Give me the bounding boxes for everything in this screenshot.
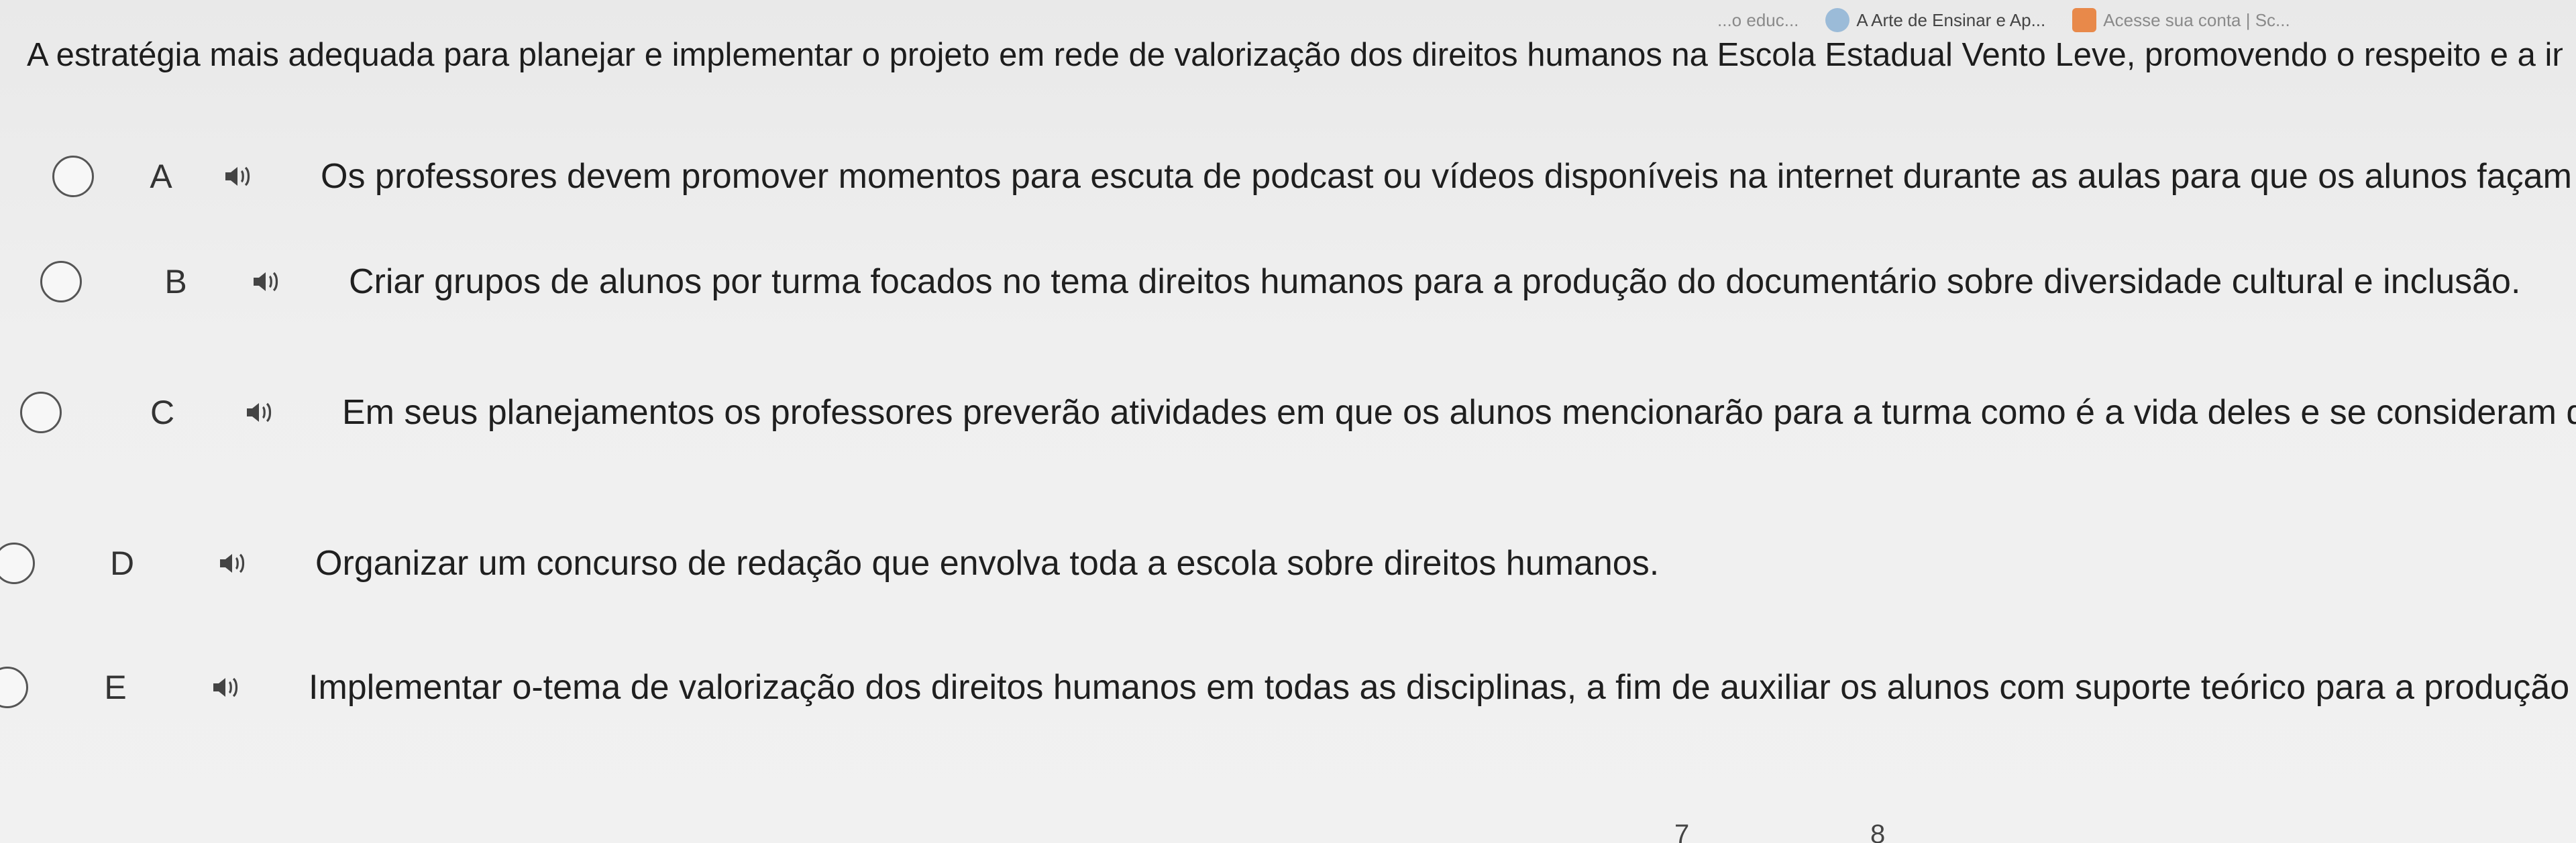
option-text: Criar grupos de alunos por turma focados… xyxy=(349,262,2521,301)
radio-button[interactable] xyxy=(0,667,28,708)
option-d[interactable]: D Organizar um concurso de redação que e… xyxy=(0,533,2576,594)
speaker-icon[interactable] xyxy=(209,671,241,704)
speaker-icon[interactable] xyxy=(243,396,275,429)
option-a[interactable]: A Os professores devem promover momentos… xyxy=(52,146,2576,207)
option-text: Os professores devem promover momentos p… xyxy=(321,157,2576,196)
radio-button[interactable] xyxy=(52,156,94,197)
answer-options: A Os professores devem promover momentos… xyxy=(0,0,2576,843)
page: ...o educ... A Arte de Ensinar e Ap... A… xyxy=(0,0,2576,843)
radio-button[interactable] xyxy=(20,392,62,433)
page-number: 8 xyxy=(1870,820,1886,843)
radio-button[interactable] xyxy=(0,543,35,584)
option-text: Organizar um concurso de redação que env… xyxy=(315,544,1660,583)
option-letter: B xyxy=(164,263,187,300)
radio-button[interactable] xyxy=(40,261,82,302)
option-text: Implementar o-tema de valorização dos di… xyxy=(309,668,2576,707)
option-letter: C xyxy=(150,394,175,431)
speaker-icon[interactable] xyxy=(250,266,282,298)
speaker-icon[interactable] xyxy=(216,547,248,579)
option-text: Em seus planejamentos os professores pre… xyxy=(342,393,2576,432)
page-number: 7 xyxy=(1674,820,1690,843)
speaker-icon[interactable] xyxy=(221,160,254,192)
option-c[interactable]: C Em seus planejamentos os professores p… xyxy=(20,382,2576,443)
option-b[interactable]: B Criar grupos de alunos por turma focad… xyxy=(40,251,2576,312)
option-e[interactable]: E Implementar o-tema de valorização dos … xyxy=(0,657,2576,718)
option-letter: D xyxy=(109,545,135,582)
option-letter: E xyxy=(104,669,127,706)
option-letter: A xyxy=(150,158,172,195)
